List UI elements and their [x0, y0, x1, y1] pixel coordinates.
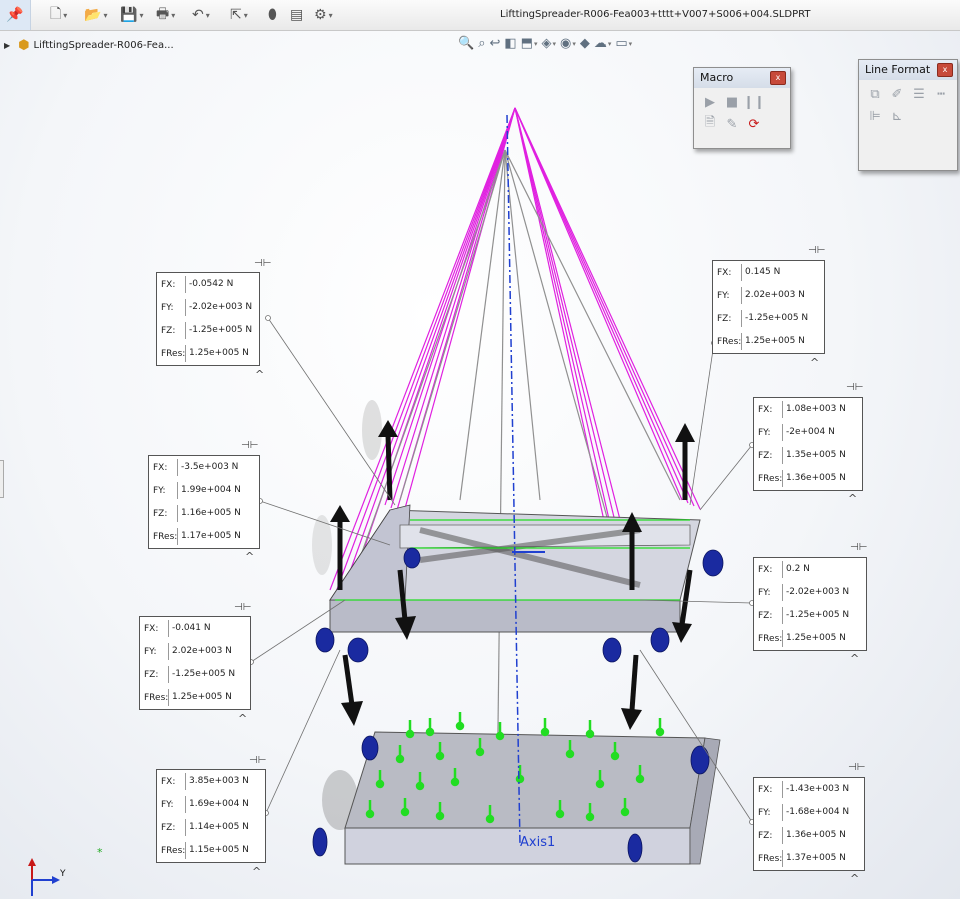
pin-icon[interactable]: ⊣⊢ — [846, 382, 863, 393]
fy-value: -1.68e+004 N — [782, 804, 849, 821]
fres-value: 1.15e+005 N — [185, 842, 249, 859]
fx-value: -0.0542 N — [185, 276, 233, 293]
pin-icon[interactable]: ⊣⊢ — [850, 542, 867, 553]
collapse-caret-icon[interactable]: ^ — [238, 712, 247, 725]
fres-value: 1.25e+005 N — [185, 345, 249, 362]
fx-value: -3.5e+003 N — [177, 459, 238, 476]
fz-value: -1.25e+005 N — [168, 666, 235, 683]
collapse-caret-icon[interactable]: ^ — [810, 356, 819, 369]
fz-value: -1.25e+005 N — [185, 322, 252, 339]
fz-value: -1.25e+005 N — [782, 607, 849, 624]
fres-value: 1.25e+005 N — [782, 630, 846, 647]
force-callout-5[interactable]: FX: 0.2 N FY: -2.02e+003 N FZ: -1.25e+005 N… — [753, 557, 867, 651]
fz-value: -1.25e+005 N — [741, 310, 808, 327]
pin-icon[interactable]: ⊣⊢ — [848, 762, 865, 773]
fy-value: 2.02e+003 N — [741, 287, 805, 304]
force-callout-4[interactable]: FX: -3.5e+003 N FY: 1.99e+004 N FZ: 1.16e+0… — [148, 455, 260, 549]
axis-label: Axis1 — [520, 835, 555, 850]
collapse-caret-icon[interactable]: ^ — [850, 872, 859, 885]
collapse-caret-icon[interactable]: ^ — [245, 550, 254, 563]
render-artifact — [362, 400, 382, 460]
fy-value: -2e+004 N — [782, 424, 835, 441]
collapse-caret-icon[interactable]: ^ — [850, 652, 859, 665]
collapse-caret-icon[interactable]: ^ — [252, 865, 261, 878]
fx-value: 3.85e+003 N — [185, 773, 249, 790]
fy-value: 1.99e+004 N — [177, 482, 241, 499]
fres-value: 1.25e+005 N — [741, 333, 805, 350]
pin-icon[interactable]: ⊣⊢ — [241, 440, 258, 451]
collapse-caret-icon[interactable]: ^ — [848, 492, 857, 505]
fres-value: 1.25e+005 N — [168, 689, 232, 706]
fy-value: -2.02e+003 N — [782, 584, 849, 601]
force-callout-1[interactable]: FX: -0.0542 N FY: -2.02e+003 N FZ: -1.25e+0… — [156, 272, 260, 366]
collapse-caret-icon[interactable]: ^ — [255, 368, 264, 381]
fx-value: -1.43e+003 N — [782, 781, 849, 798]
triad-y-label: Y — [59, 869, 66, 879]
fz-value: 1.35e+005 N — [782, 447, 846, 464]
force-callout-8[interactable]: FX: -1.43e+003 N FY: -1.68e+004 N FZ: 1.36e… — [753, 777, 865, 871]
pin-icon[interactable]: ⊣⊢ — [808, 245, 825, 256]
fx-value: -0.041 N — [168, 620, 211, 637]
fz-value: 1.14e+005 N — [185, 819, 249, 836]
fres-value: 1.17e+005 N — [177, 528, 241, 545]
fz-value: 1.16e+005 N — [177, 505, 241, 522]
pin-icon[interactable]: ⊣⊢ — [249, 755, 266, 766]
fy-value: 1.69e+004 N — [185, 796, 249, 813]
fres-value: 1.36e+005 N — [782, 470, 846, 487]
origin-marker-icon: * — [97, 846, 103, 859]
fx-value: 1.08e+003 N — [782, 401, 846, 418]
fres-value: 1.37e+005 N — [782, 850, 846, 867]
pin-icon[interactable]: ⊣⊢ — [254, 258, 271, 269]
fz-value: 1.36e+005 N — [782, 827, 846, 844]
force-callout-6[interactable]: FX: -0.041 N FY: 2.02e+003 N FZ: -1.25e+005… — [139, 616, 251, 710]
fx-value: 0.145 N — [741, 264, 780, 281]
fy-value: 2.02e+003 N — [168, 643, 232, 660]
force-callout-3[interactable]: FX: 1.08e+003 N FY: -2e+004 N FZ: 1.35e+005… — [753, 397, 863, 491]
force-callout-2[interactable]: FX: 0.145 N FY: 2.02e+003 N FZ: -1.25e+005 … — [712, 260, 825, 354]
reference-triad: Y — [28, 858, 66, 896]
pin-icon[interactable]: ⊣⊢ — [234, 602, 251, 613]
fx-value: 0.2 N — [782, 561, 810, 578]
fy-value: -2.02e+003 N — [185, 299, 252, 316]
force-callout-7[interactable]: FX: 3.85e+003 N FY: 1.69e+004 N FZ: 1.14e+0… — [156, 769, 266, 863]
